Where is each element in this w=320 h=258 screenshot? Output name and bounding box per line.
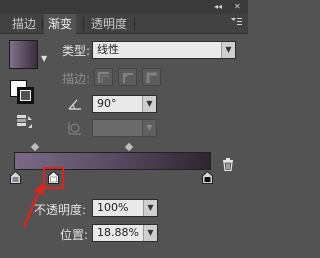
opacity-select[interactable]: 100% ▼ [92, 199, 158, 217]
chevron-down-icon: ▼ [142, 96, 156, 112]
tab-gradient[interactable]: 渐变 [44, 14, 77, 34]
type-label: 类型: [62, 44, 91, 58]
stroke-within-button[interactable] [94, 68, 113, 86]
gradient-stop-icon[interactable] [202, 171, 213, 184]
chevron-down-icon[interactable]: ▼ [41, 54, 47, 63]
aspect-ratio-icon [68, 122, 81, 135]
stroke-across-button[interactable] [142, 68, 161, 86]
chevron-down-icon: ▼ [143, 225, 157, 241]
angle-select[interactable]: 90° ▼ [92, 95, 157, 113]
tab-divider [42, 17, 43, 31]
angle-icon [68, 99, 81, 110]
chevron-down-icon: ▼ [221, 42, 235, 58]
location-value: 18.88% [97, 226, 139, 239]
panel-menu-icon[interactable] [230, 16, 242, 28]
selected-stop-highlight [43, 167, 64, 189]
gradient-type-select[interactable]: 线性 ▼ [92, 41, 236, 59]
tab-divider [134, 17, 135, 31]
stroke-label: 描边: [62, 72, 91, 86]
opacity-label: 不透明度: [34, 203, 87, 217]
stroke-swatch[interactable] [17, 87, 34, 104]
location-label: 位置: [60, 228, 89, 242]
gradient-stop-icon[interactable] [10, 171, 21, 184]
tab-divider [83, 17, 84, 31]
reverse-gradient-icon[interactable] [16, 114, 34, 130]
angle-value: 90° [97, 97, 117, 110]
chevron-down-icon: ▼ [142, 120, 156, 136]
aspect-ratio-select[interactable]: ▼ [92, 119, 157, 137]
gradient-midpoint[interactable] [30, 142, 40, 152]
tab-bar: 描边 渐变 透明度 [0, 14, 248, 34]
panel-header-strip [0, 0, 248, 14]
gradient-thumbnail[interactable] [9, 40, 38, 69]
stroke-along-button[interactable] [118, 68, 137, 86]
gradient-type-value: 线性 [97, 43, 119, 56]
stroke-along-icon [123, 73, 133, 83]
tab-stroke[interactable]: 描边 [8, 14, 40, 34]
chevron-down-icon: ▼ [143, 200, 157, 216]
collapse-panel-button[interactable]: ◂◂ [214, 2, 222, 11]
stroke-across-icon [146, 72, 157, 83]
trash-icon[interactable] [222, 158, 234, 171]
opacity-value: 100% [97, 201, 129, 214]
close-panel-button[interactable]: ✕ [234, 2, 241, 11]
location-select[interactable]: 18.88% ▼ [92, 224, 158, 242]
gradient-midpoint[interactable] [124, 142, 134, 152]
stroke-within-icon [98, 72, 109, 83]
tab-transparency[interactable]: 透明度 [87, 14, 131, 34]
